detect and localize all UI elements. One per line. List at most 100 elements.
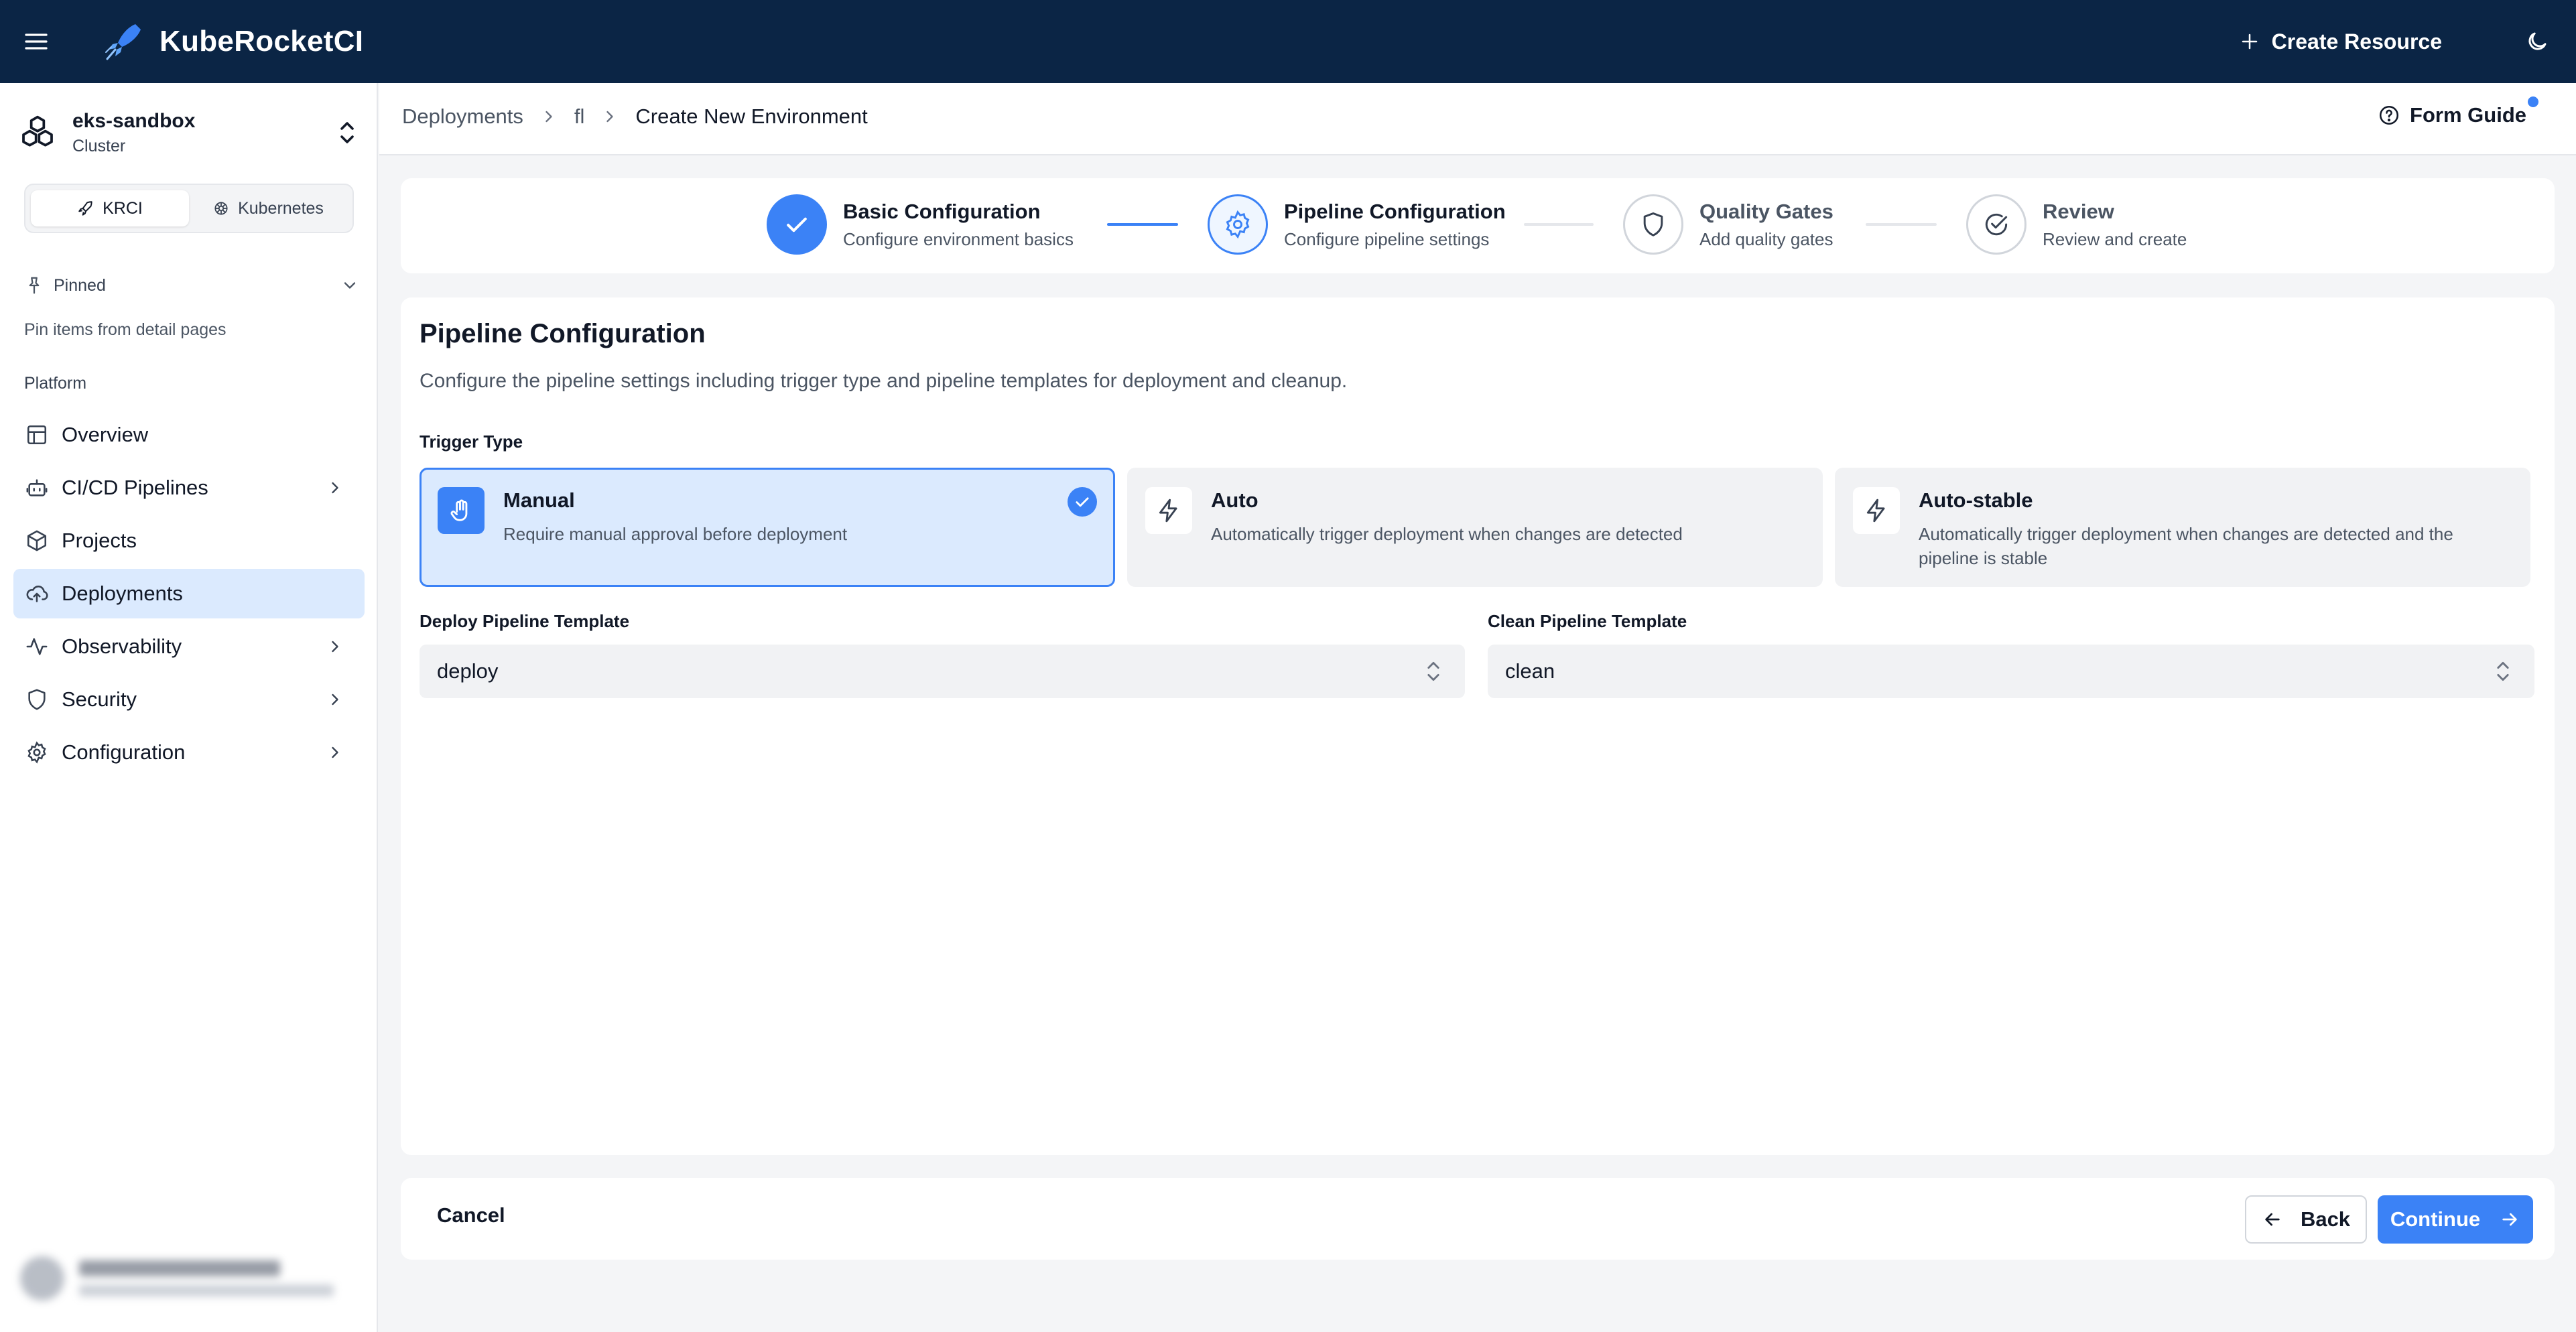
chevron-down-icon <box>340 276 359 295</box>
step-connector <box>1524 223 1594 226</box>
sidebar-item-configuration[interactable]: Configuration <box>13 728 365 777</box>
sidebar-item-overview[interactable]: Overview <box>13 410 365 460</box>
chevron-right-icon <box>600 107 619 126</box>
check-icon <box>1068 487 1097 517</box>
app-title: KubeRocketCI <box>159 25 364 58</box>
step-quality-gates[interactable]: Quality Gates Add quality gates <box>1623 194 1833 255</box>
cloud-upload-icon <box>25 582 48 605</box>
segment-krci[interactable]: KRCI <box>31 190 189 226</box>
user-email-redacted <box>79 1284 334 1296</box>
trigger-option-title: Manual <box>503 488 575 512</box>
breadcrumb: Deployments fl Create New Environment <box>402 105 868 129</box>
sidebar-item-observability[interactable]: Observability <box>13 622 365 671</box>
back-button[interactable]: Back <box>2245 1195 2367 1244</box>
step-pipeline-configuration[interactable]: Pipeline Configuration Configure pipelin… <box>1208 194 1506 255</box>
cluster-icon <box>19 114 56 151</box>
lightning-icon <box>1145 487 1192 534</box>
trigger-option-auto-stable[interactable]: Auto-stable Automatically trigger deploy… <box>1835 468 2530 587</box>
step-title: Quality Gates <box>1699 199 1833 223</box>
pin-icon <box>24 275 44 295</box>
check-circle-icon <box>1966 194 2026 255</box>
pinned-label: Pinned <box>54 275 106 295</box>
pipeline-configuration-card: Pipeline Configuration Configure the pip… <box>401 297 2555 1155</box>
sidebar-item-label: Configuration <box>62 740 186 764</box>
clean-template-label: Clean Pipeline Template <box>1488 611 1687 631</box>
create-resource-label: Create Resource <box>2271 29 2442 54</box>
step-title: Basic Configuration <box>843 199 1041 223</box>
breadcrumb-project[interactable]: fl <box>574 105 585 129</box>
step-desc: Configure environment basics <box>843 228 1074 249</box>
sidebar-item-projects[interactable]: Projects <box>13 516 365 565</box>
cluster-subtitle: Cluster <box>72 136 126 155</box>
deploy-template-select[interactable]: deploy <box>420 645 1465 698</box>
robot-icon <box>25 476 48 499</box>
page-description: Configure the pipeline settings includin… <box>420 370 1348 392</box>
chevron-right-icon <box>539 107 558 126</box>
step-basic-configuration[interactable]: Basic Configuration Configure environmen… <box>767 194 1074 255</box>
sidebar-item-label: Observability <box>62 635 182 658</box>
sidebar-item-cicd-pipelines[interactable]: CI/CD Pipelines <box>13 463 365 513</box>
page-header: Deployments fl Create New Environment Fo… <box>379 83 2576 155</box>
form-guide-button[interactable]: Form Guide <box>2378 103 2526 127</box>
sidebar-item-deployments[interactable]: Deployments <box>13 569 365 618</box>
cancel-button[interactable]: Cancel <box>437 1203 505 1227</box>
chevron-right-icon <box>326 637 344 656</box>
breadcrumb-deployments[interactable]: Deployments <box>402 105 523 129</box>
sidebar-item-label: CI/CD Pipelines <box>62 476 208 499</box>
sidebar-item-security[interactable]: Security <box>13 675 365 724</box>
pinned-section-toggle[interactable]: Pinned <box>24 271 359 300</box>
hamburger-menu-icon[interactable] <box>23 28 50 55</box>
chevron-right-icon <box>326 690 344 709</box>
wizard-stepper: Basic Configuration Configure environmen… <box>401 178 2555 273</box>
segment-kubernetes-label: Kubernetes <box>238 198 324 218</box>
avatar <box>20 1256 64 1301</box>
trigger-option-title: Auto <box>1211 488 1259 512</box>
wizard-footer: Cancel Back Continue <box>401 1178 2555 1260</box>
gear-icon <box>25 741 48 764</box>
chevron-right-icon <box>326 743 344 762</box>
lightning-icon <box>1853 487 1900 534</box>
helm-icon <box>212 200 238 217</box>
continue-label: Continue <box>2390 1207 2481 1231</box>
activity-icon <box>25 635 48 658</box>
user-profile-blurred[interactable] <box>13 1246 365 1311</box>
trigger-type-label: Trigger Type <box>420 431 523 452</box>
hand-icon <box>438 487 485 534</box>
step-review[interactable]: Review Review and create <box>1966 194 2187 255</box>
trigger-option-auto[interactable]: Auto Automatically trigger deployment wh… <box>1127 468 1823 587</box>
sidebar-nav: Overview CI/CD Pipelines Projects Deploy… <box>13 410 365 781</box>
user-name-redacted <box>79 1260 280 1276</box>
top-bar: KubeRocketCI Create Resource <box>0 0 2576 83</box>
step-title: Pipeline Configuration <box>1284 199 1506 223</box>
clean-template-select[interactable]: clean <box>1488 645 2534 698</box>
notification-dot <box>2528 96 2538 107</box>
pinned-hint: Pin items from detail pages <box>24 320 227 339</box>
create-resource-button[interactable]: Create Resource <box>2240 24 2442 59</box>
moon-icon[interactable] <box>2525 29 2549 54</box>
step-connector <box>1866 223 1937 226</box>
step-connector <box>1107 223 1178 226</box>
sidebar-item-label: Projects <box>62 529 137 552</box>
shield-icon <box>25 688 48 711</box>
help-circle-icon <box>2378 104 2410 127</box>
step-title: Review <box>2043 199 2114 223</box>
segment-kubernetes[interactable]: Kubernetes <box>189 190 347 226</box>
arrow-right-icon <box>2480 1209 2520 1230</box>
brand[interactable]: KubeRocketCI <box>102 20 363 63</box>
continue-button[interactable]: Continue <box>2378 1195 2533 1244</box>
step-desc: Review and create <box>2043 228 2187 249</box>
trigger-option-manual[interactable]: Manual Require manual approval before de… <box>420 468 1115 587</box>
sidebar: eks-sandbox Cluster KRCI Kubernetes Pinn… <box>0 83 378 1332</box>
chevron-right-icon <box>326 478 344 497</box>
arrow-left-icon <box>2262 1209 2301 1230</box>
step-desc: Add quality gates <box>1699 228 1833 249</box>
chevrons-up-down-icon <box>336 119 358 146</box>
gear-icon <box>1208 194 1268 255</box>
sidebar-item-label: Deployments <box>62 582 183 605</box>
trigger-option-desc: Require manual approval before deploymen… <box>503 524 848 544</box>
page-title: Pipeline Configuration <box>420 319 706 348</box>
sidebar-item-label: Security <box>62 687 137 711</box>
cluster-switcher[interactable]: eks-sandbox Cluster <box>19 106 367 159</box>
deploy-template-label: Deploy Pipeline Template <box>420 611 630 631</box>
trigger-option-desc: Automatically trigger deployment when ch… <box>1919 524 2453 568</box>
